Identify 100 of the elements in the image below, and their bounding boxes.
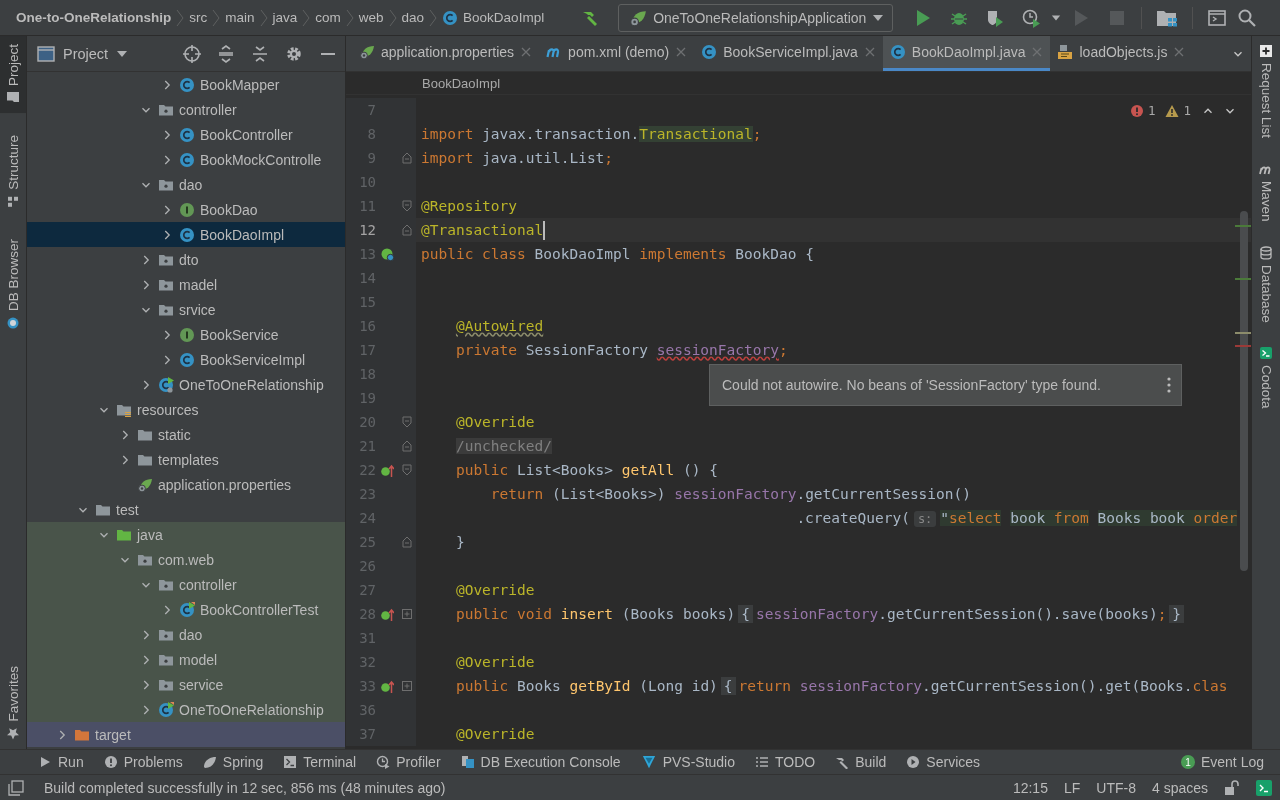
view-select[interactable]: Project (37, 45, 129, 62)
tree-item[interactable]: BookService (27, 322, 345, 347)
tree-item[interactable]: BookMockControlle (27, 147, 345, 172)
tree-item[interactable]: java (27, 522, 345, 547)
breadcrumb-item[interactable]: dao (401, 10, 425, 25)
editor-tab[interactable]: loadObjects.js (1050, 36, 1193, 71)
scrollbar[interactable] (1240, 211, 1248, 571)
expand-fold-icon[interactable] (401, 608, 413, 620)
search-icon[interactable] (1237, 7, 1258, 28)
tool-window-button[interactable]: DB Execution Console (460, 754, 621, 770)
tree-item[interactable]: BookDao (27, 197, 345, 222)
layout-icon[interactable] (8, 779, 24, 796)
status-item[interactable]: 12:15 (1012, 779, 1048, 796)
override-icon[interactable] (380, 607, 394, 621)
warning-icon[interactable] (1165, 103, 1180, 118)
tree-item[interactable]: BookMapper (27, 72, 345, 97)
terminal-icon (283, 755, 298, 769)
shield-icon (640, 755, 657, 769)
tool-window-tab[interactable]: Codota (1252, 346, 1280, 409)
tree-item[interactable]: dto (27, 247, 345, 272)
tree-item[interactable]: BookServiceImpl (27, 347, 345, 372)
tree-item[interactable]: application.properties (27, 472, 345, 497)
tree-item[interactable]: controller (27, 97, 345, 122)
hammer-icon (835, 755, 850, 769)
run-configuration-select[interactable]: OneToOneRelationshipApplication (618, 3, 894, 32)
tool-window-button[interactable]: Services (906, 754, 981, 770)
tree-item[interactable]: BookDaoImpl (27, 222, 345, 247)
tool-window-tab[interactable]: Favorites (0, 658, 26, 749)
breadcrumb-item[interactable]: BookDaoImpl (422, 75, 501, 91)
terminal-icon[interactable] (1256, 779, 1272, 796)
tree-item[interactable]: madel (27, 272, 345, 297)
tool-window-button[interactable]: PVS-Studio (640, 754, 735, 770)
tool-window-button[interactable]: Profiler (376, 754, 441, 770)
tool-window-tab[interactable]: Database (1252, 245, 1280, 323)
tree-item[interactable]: templates (27, 447, 345, 472)
window-icon[interactable] (1207, 7, 1228, 28)
tree-item[interactable]: controller (27, 572, 345, 597)
tree-item[interactable]: model (27, 647, 345, 672)
tree-item[interactable]: dao (27, 172, 345, 197)
status-item[interactable]: 4 spaces (1151, 779, 1208, 796)
play-icon (38, 755, 52, 769)
tool-window-button[interactable]: Build (835, 754, 887, 770)
more-icon[interactable] (1167, 377, 1171, 393)
editor-tab[interactable]: BookDaoImpl.java (882, 36, 1051, 71)
breadcrumb-item[interactable]: One-to-OneRelationship (16, 10, 172, 25)
tool-window-button[interactable]: Terminal (283, 754, 357, 770)
expand-fold-icon[interactable] (401, 680, 413, 692)
fold-icon[interactable] (401, 464, 413, 476)
tree-item[interactable]: srvice (27, 297, 345, 322)
fold-icon[interactable] (401, 440, 413, 452)
leaf-icon (629, 8, 648, 27)
editor-tab[interactable]: BookServiceImpl.java (694, 36, 883, 71)
editor-tab[interactable]: application.properties (352, 36, 540, 71)
tool-window-button[interactable]: Spring (202, 754, 264, 770)
editor-tab[interactable]: pom.xml (demo) (539, 36, 695, 71)
bean-icon[interactable] (380, 247, 394, 261)
fold-icon[interactable] (401, 536, 413, 548)
status-item[interactable]: LF (1063, 779, 1081, 796)
tool-window-tab[interactable]: DB Browser (0, 230, 26, 338)
status-item[interactable]: UTF-8 (1096, 779, 1136, 796)
breadcrumb-item[interactable]: src (189, 10, 208, 25)
crosshair-icon[interactable] (182, 43, 203, 64)
tool-window-tab[interactable]: Request List (1252, 44, 1280, 139)
class-icon (179, 126, 195, 143)
fold-icon[interactable] (401, 200, 413, 212)
tree-item[interactable]: dao (27, 622, 345, 647)
star-icon (6, 727, 20, 741)
tree-item[interactable]: target (27, 722, 345, 747)
error-icon[interactable] (1129, 103, 1144, 118)
breadcrumb-item[interactable]: com (315, 10, 341, 25)
tool-window-button[interactable]: TODO (755, 754, 816, 770)
tree-item[interactable]: static (27, 422, 345, 447)
tree-item[interactable]: com.web (27, 547, 345, 572)
fold-icon[interactable] (401, 152, 413, 164)
fold-icon[interactable] (401, 416, 413, 428)
breadcrumb-item[interactable]: BookDaoImpl (442, 9, 545, 26)
tree-item[interactable]: test (27, 497, 345, 522)
tool-window-tab[interactable]: Project (0, 36, 26, 114)
terminal-icon (1259, 346, 1273, 361)
file-icon (1057, 44, 1074, 60)
tree-item[interactable]: resources (27, 397, 345, 422)
tool-window-button[interactable]: 1 Event Log (1180, 754, 1264, 770)
override-icon[interactable] (380, 679, 394, 693)
breadcrumb-item[interactable]: main (225, 10, 255, 25)
tool-window-tab[interactable]: Structure (0, 127, 26, 217)
breadcrumb-item[interactable]: web (358, 10, 384, 25)
tool-window-tab[interactable]: Maven (1252, 162, 1280, 222)
code-line: @Override (454, 414, 535, 430)
tree-item[interactable]: BookController (27, 122, 345, 147)
tree-item[interactable]: OneToOneRelationship (27, 697, 345, 722)
tool-window-button[interactable]: Run (38, 754, 84, 770)
tree-item[interactable]: BookControllerTest (27, 597, 345, 622)
tree-item[interactable]: service (27, 672, 345, 697)
clock-icon[interactable] (1021, 7, 1042, 28)
fold-icon[interactable] (401, 224, 413, 236)
breadcrumb-item[interactable]: java (272, 10, 298, 25)
override-icon[interactable] (380, 463, 394, 477)
tree-item[interactable]: OneToOneRelationship (27, 372, 345, 397)
lock-icon[interactable] (1224, 779, 1240, 796)
tool-window-button[interactable]: Problems (103, 754, 183, 770)
